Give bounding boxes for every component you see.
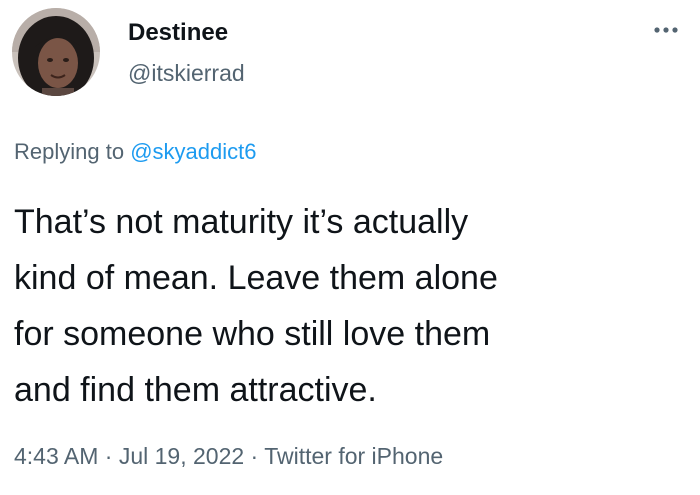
avatar[interactable]	[12, 8, 100, 96]
replying-to-label: Replying to	[14, 139, 131, 164]
tweet-text-line: and find them attractive.	[14, 371, 377, 409]
tweet-text-line: for someone who still love them	[14, 315, 491, 353]
tweet-metadata: 4:43 AM · Jul 19, 2022 · Twitter for iPh…	[14, 441, 443, 471]
more-horizontal-icon	[654, 27, 678, 33]
profile-photo-icon	[12, 8, 100, 96]
meta-separator: ·	[98, 443, 119, 469]
reply-mention-link[interactable]: @skyaddict6	[130, 139, 256, 164]
replying-to-line: Replying to @skyaddict6	[14, 138, 256, 166]
tweet-card: Destinee @itskierrad Replying to @skyadd…	[0, 0, 700, 495]
meta-separator: ·	[244, 443, 265, 469]
tweet-date-link[interactable]: Jul 19, 2022	[119, 443, 244, 469]
user-handle[interactable]: @itskierrad	[128, 59, 245, 87]
tweet-text-line: That’s not maturity it’s actually	[14, 203, 469, 241]
tweet-time-link[interactable]: 4:43 AM	[14, 443, 98, 469]
more-options-button[interactable]	[646, 20, 686, 40]
tweet-source-link[interactable]: Twitter for iPhone	[264, 443, 443, 469]
tweet-text-line: kind of mean. Leave them alone	[14, 259, 498, 297]
display-name[interactable]: Destinee	[128, 19, 228, 47]
tweet-text: That’s not maturity it’s actually kind o…	[14, 194, 684, 418]
